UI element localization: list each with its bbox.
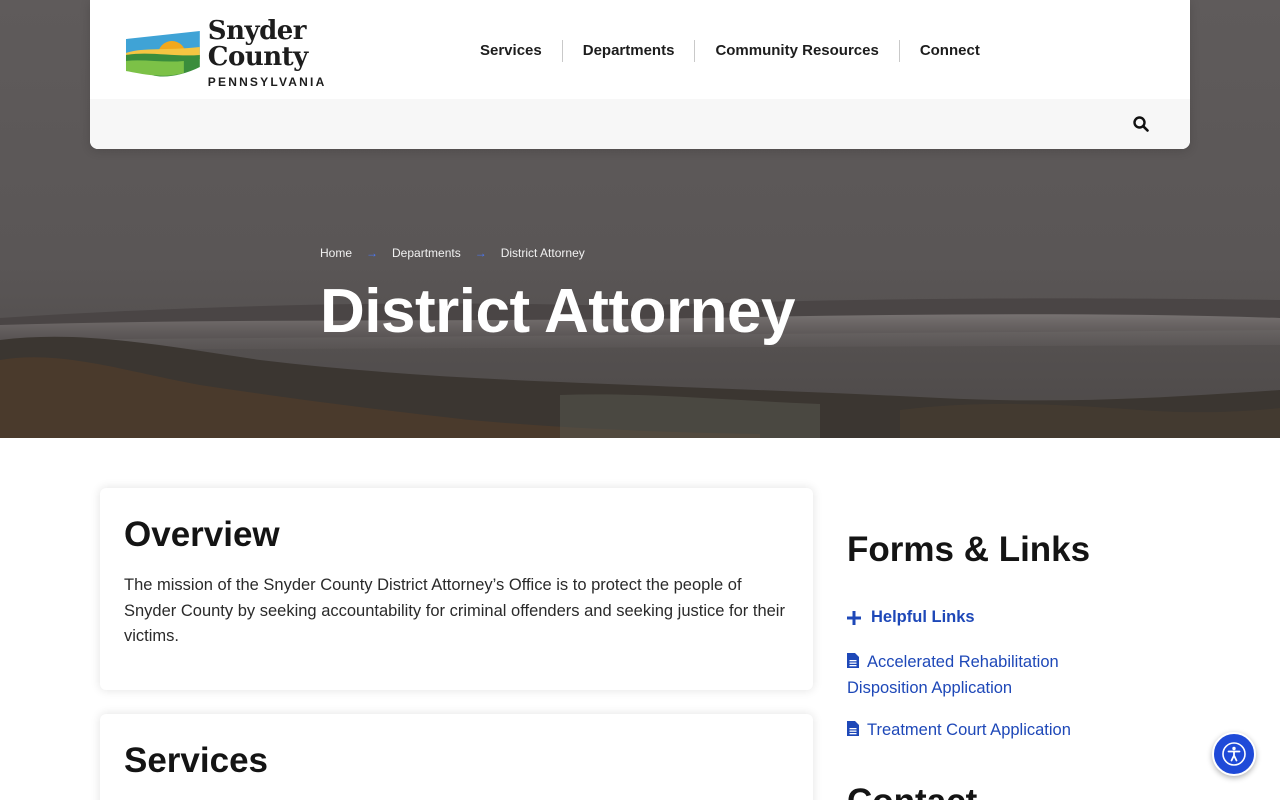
brand-state: PENNSYLVANIA — [207, 75, 327, 89]
nav-item-connect[interactable]: Connect — [898, 40, 1000, 62]
contact-heading: Contact — [847, 782, 977, 800]
header-search-bar — [90, 99, 1190, 149]
plus-icon — [847, 610, 861, 625]
helpful-links-label: Helpful Links — [871, 608, 975, 626]
helpful-links-toggle[interactable]: Helpful Links — [847, 608, 975, 627]
forms-links-heading: Forms & Links — [847, 530, 1091, 569]
ard-application-link[interactable]: Accelerated Rehabilitation Disposition A… — [847, 649, 1117, 701]
overview-card: Overview The mission of the Snyder Count… — [100, 488, 813, 690]
file-icon — [847, 653, 859, 668]
accessibility-icon — [1222, 742, 1246, 766]
page-title: District Attorney — [320, 277, 795, 346]
treatment-court-label: Treatment Court Application — [867, 721, 1071, 739]
breadcrumb-arrow-icon: → — [366, 246, 379, 260]
breadcrumb-arrow-icon: → — [474, 246, 487, 260]
nav-item-departments[interactable]: Departments — [561, 40, 695, 62]
county-logo-mark-icon — [125, 31, 200, 77]
header-top-bar: Snyder County PENNSYLVANIA Services Depa… — [90, 0, 1190, 99]
treatment-court-link[interactable]: Treatment Court Application — [847, 717, 1137, 743]
breadcrumb-home[interactable]: Home — [320, 246, 352, 260]
services-card: Services — [100, 714, 813, 800]
nav-item-services[interactable]: Services — [460, 40, 562, 62]
overview-heading: Overview — [124, 515, 280, 554]
main-nav: Services Departments Community Resources… — [460, 40, 1000, 62]
ard-application-label: Accelerated Rehabilitation Disposition A… — [847, 653, 1059, 697]
forms-links-sidebar: Forms & Links Helpful Links Accelerated … — [847, 530, 1137, 800]
site-logo[interactable]: Snyder County PENNSYLVANIA — [124, 18, 414, 88]
breadcrumb-current: District Attorney — [500, 246, 585, 260]
file-icon — [847, 721, 859, 736]
services-heading: Services — [124, 741, 269, 780]
overview-text: The mission of the Snyder County Distric… — [124, 576, 785, 645]
nav-item-community-resources[interactable]: Community Resources — [694, 40, 898, 62]
brand-name: Snyder County — [207, 16, 308, 72]
search-icon[interactable] — [1132, 115, 1150, 133]
site-header: Snyder County PENNSYLVANIA Services Depa… — [90, 0, 1190, 149]
breadcrumb: Home → Departments → District Attorney — [320, 246, 585, 260]
breadcrumb-departments[interactable]: Departments — [392, 246, 461, 260]
accessibility-button[interactable] — [1212, 732, 1256, 776]
